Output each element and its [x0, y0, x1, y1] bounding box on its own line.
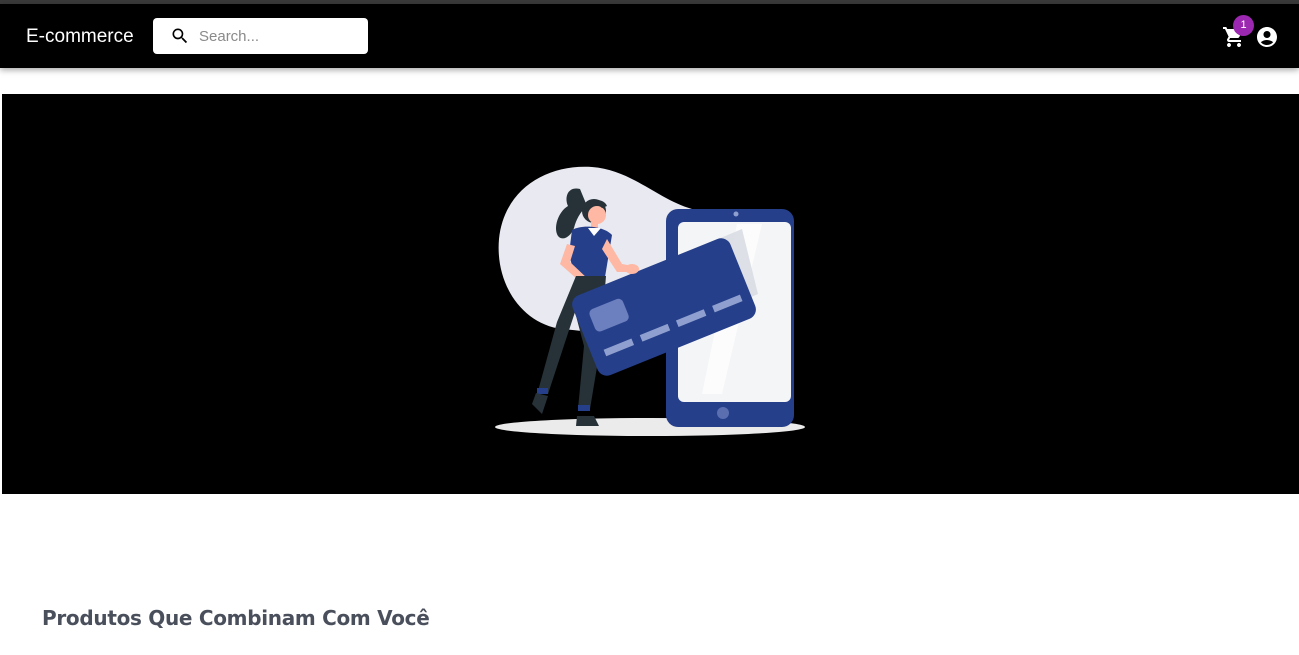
- search-box[interactable]: [153, 18, 368, 54]
- search-icon: [170, 26, 190, 46]
- account-button[interactable]: [1255, 25, 1279, 49]
- account-circle-icon: [1257, 27, 1277, 47]
- hero-illustration: [495, 166, 805, 436]
- section-title: Produtos Que Combinam Com Você: [42, 606, 430, 630]
- cart-count-badge: 1: [1233, 15, 1254, 36]
- search-input[interactable]: [199, 24, 359, 48]
- app-bar: E-commerce 1: [0, 4, 1299, 68]
- hand: [625, 264, 639, 274]
- brand-logo-text[interactable]: E-commerce: [26, 26, 134, 48]
- hero-banner[interactable]: [2, 94, 1299, 494]
